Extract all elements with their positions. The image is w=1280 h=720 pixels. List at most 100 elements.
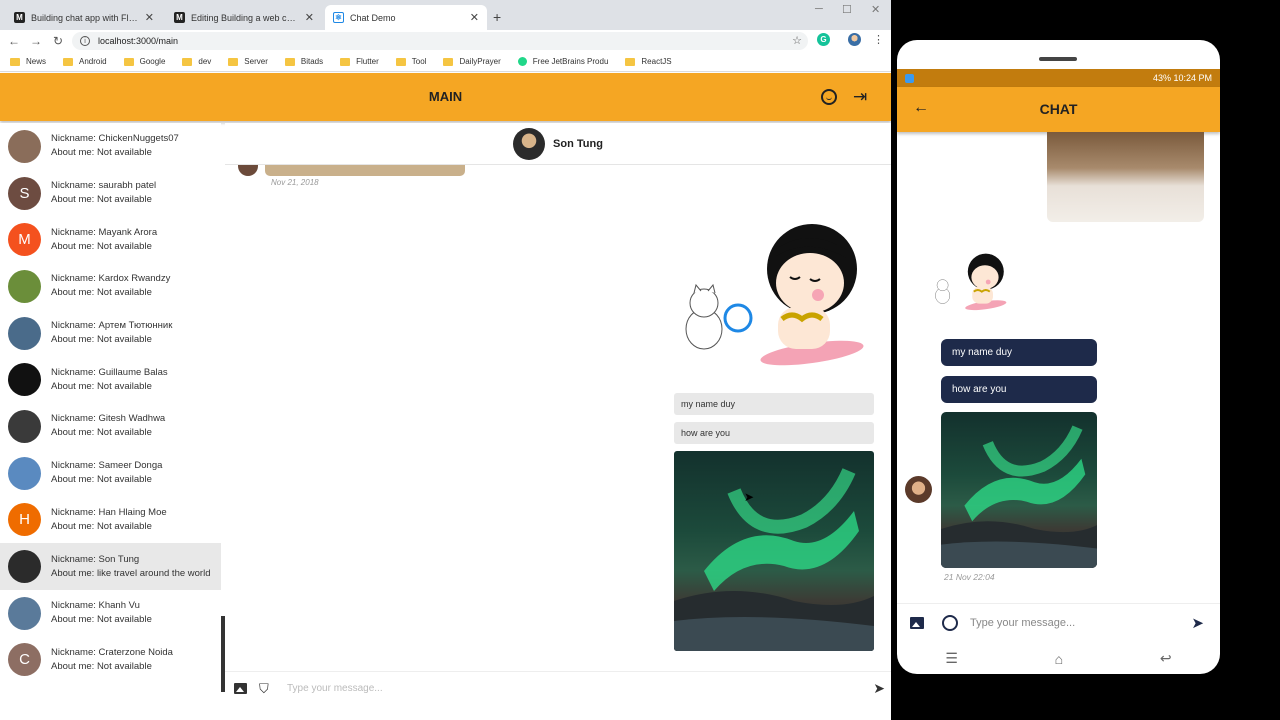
image-picker-button[interactable]: [234, 682, 250, 695]
bookmark-bitads[interactable]: Bitads: [284, 57, 324, 66]
tab-medium-editing[interactable]: M Editing Building a web chat with ✕: [166, 5, 322, 30]
avatar: [8, 129, 41, 163]
folder-icon: [123, 57, 134, 66]
user-list-item[interactable]: Nickname: Guillaume Balas About me: Not a…: [0, 356, 221, 403]
bookmark-reactjs[interactable]: ReactJS: [625, 57, 672, 66]
send-icon[interactable]: ➤: [1191, 614, 1204, 632]
tab-title: Editing Building a web chat with: [191, 12, 299, 23]
user-list-item[interactable]: H Nickname: Han Hlaing Moe About me: Not a…: [0, 497, 221, 544]
logout-icon[interactable]: ⇥: [853, 87, 867, 107]
user-list-item[interactable]: Nickname: ChickenNuggets07 About me: Not …: [0, 123, 221, 170]
user-list-item[interactable]: M Nickname: Mayank Arora About me: Not ava…: [0, 216, 221, 263]
text-message[interactable]: my name duy: [941, 339, 1097, 366]
user-info: Nickname: Sameer Donga About me: Not avai…: [51, 459, 162, 487]
avatar: [8, 596, 41, 630]
user-list-item[interactable]: S Nickname: saurabh patel About me: Not av…: [0, 170, 221, 217]
close-icon[interactable]: ✕: [305, 11, 314, 24]
chat-header: Son Tung: [225, 123, 891, 165]
message-input[interactable]: Type your message...: [287, 683, 873, 694]
window-close-icon[interactable]: ✕: [871, 3, 880, 16]
text-message[interactable]: how are you: [941, 376, 1097, 403]
bookmark-star-icon[interactable]: ☆: [792, 34, 802, 47]
back-arrow-icon[interactable]: ←: [3, 34, 25, 48]
peer-message-avatar: [238, 165, 258, 176]
bookmark-tool[interactable]: Tool: [395, 57, 426, 66]
new-tab-button[interactable]: +: [493, 9, 501, 25]
message-composer: ⛉ Type your message... ➤: [225, 671, 891, 705]
info-icon[interactable]: i: [80, 36, 90, 46]
received-image-message[interactable]: [265, 165, 465, 176]
user-nickname: Nickname: Sameer Donga: [51, 460, 163, 472]
medium-icon: M: [14, 12, 25, 23]
tab-chat-demo[interactable]: ⚛ Chat Demo ✕: [325, 5, 487, 30]
bookmark-google[interactable]: Google: [123, 57, 165, 66]
home-icon[interactable]: ⌂: [1055, 651, 1063, 667]
user-list-item[interactable]: Nickname: Son Tung About me: like travel …: [0, 543, 221, 590]
bookmark-android[interactable]: Android: [63, 57, 107, 66]
mouse-cursor-icon: ➤: [744, 490, 755, 504]
user-nickname: Nickname: Craterzone Noida: [51, 646, 173, 658]
user-nickname: Nickname: ChickenNuggets07: [51, 133, 179, 145]
minimize-icon[interactable]: ─: [815, 3, 823, 15]
sent-text-message[interactable]: how are you: [674, 422, 874, 444]
close-icon[interactable]: ✕: [470, 11, 479, 24]
react-icon: ⚛: [333, 12, 344, 23]
bookmark-server[interactable]: Server: [228, 57, 268, 66]
message-timestamp: 21 Nov 22:04: [944, 572, 995, 582]
bookmark-label: Flutter: [356, 57, 379, 66]
avatar: [8, 550, 41, 584]
peer-avatar: [513, 127, 546, 160]
back-nav-icon[interactable]: ↩: [1160, 650, 1172, 667]
bookmark-label: Android: [79, 57, 107, 66]
user-list-item[interactable]: Nickname: Kardox Rwandzy About me: Not av…: [0, 263, 221, 310]
bookmark-jetbrains[interactable]: Free JetBrains Produ: [517, 57, 608, 66]
user-info: Nickname: Gitesh Wadhwa About me: Not ava…: [51, 412, 165, 440]
user-list-item[interactable]: Nickname: Sameer Donga About me: Not avai…: [0, 450, 221, 497]
bookmark-label: Bitads: [300, 57, 324, 66]
avatar: [8, 456, 41, 490]
browser-menu-icon[interactable]: ⋮: [873, 33, 884, 46]
send-icon[interactable]: ➤: [873, 680, 885, 697]
user-list-item[interactable]: C Nickname: Craterzone Noida About me: Not…: [0, 637, 221, 684]
bookmark-news[interactable]: News: [10, 57, 46, 66]
close-icon[interactable]: ✕: [145, 11, 154, 24]
bookmark-dailyprayer[interactable]: DailyPrayer: [443, 57, 501, 66]
tab-bar: M Building chat app with Flutter and ✕ M…: [0, 0, 891, 30]
sent-image-message[interactable]: [674, 451, 874, 651]
user-info: Nickname: saurabh patel About me: Not ava…: [51, 179, 156, 207]
bookmark-label: Server: [244, 57, 268, 66]
profile-avatar-icon[interactable]: [848, 33, 861, 46]
reload-icon[interactable]: ↻: [47, 34, 69, 48]
bookmark-dev[interactable]: dev: [182, 57, 211, 66]
medium-icon: M: [174, 12, 185, 23]
sticker-tag-icon: ⛉: [259, 680, 269, 696]
sticker-button[interactable]: ⛉: [259, 680, 275, 696]
sent-text-message[interactable]: my name duy: [674, 393, 874, 415]
avatar: S: [8, 176, 41, 210]
sticker-message[interactable]: [680, 211, 875, 369]
user-nickname: Nickname: Guillaume Balas: [51, 366, 168, 378]
grammarly-extension-icon[interactable]: G: [817, 33, 830, 46]
page-title: MAIN: [428, 89, 463, 104]
forward-arrow-icon[interactable]: →: [25, 34, 47, 48]
received-image-message[interactable]: [1047, 132, 1204, 222]
browser-window: M Building chat app with Flutter and ✕ M…: [0, 0, 891, 720]
maximize-icon[interactable]: ☐: [842, 3, 852, 16]
tab-medium-article[interactable]: M Building chat app with Flutter and ✕: [6, 5, 162, 30]
user-list-item[interactable]: Nickname: Khanh Vu About me: Not availabl…: [0, 590, 221, 637]
bookmark-flutter[interactable]: Flutter: [340, 57, 379, 66]
user-list-item[interactable]: Nickname: Артем Тютюнник About me: Not av…: [0, 310, 221, 357]
menu-icon[interactable]: ☰: [945, 650, 958, 667]
address-bar[interactable]: i localhost:3000/main ☆: [72, 32, 808, 50]
avatar: C: [8, 643, 41, 677]
message-input[interactable]: Type your message...: [970, 617, 1191, 629]
folder-icon: [395, 57, 406, 66]
user-about: About me: Not available: [51, 427, 152, 439]
image-icon[interactable]: [910, 616, 924, 629]
user-about: About me: Not available: [51, 240, 152, 252]
user-list-item[interactable]: Nickname: Gitesh Wadhwa About me: Not ava…: [0, 403, 221, 450]
sticker-face-icon[interactable]: [942, 614, 958, 631]
profile-face-icon[interactable]: [821, 89, 837, 105]
image-message[interactable]: [941, 412, 1097, 568]
sticker-message[interactable]: [933, 244, 1011, 316]
